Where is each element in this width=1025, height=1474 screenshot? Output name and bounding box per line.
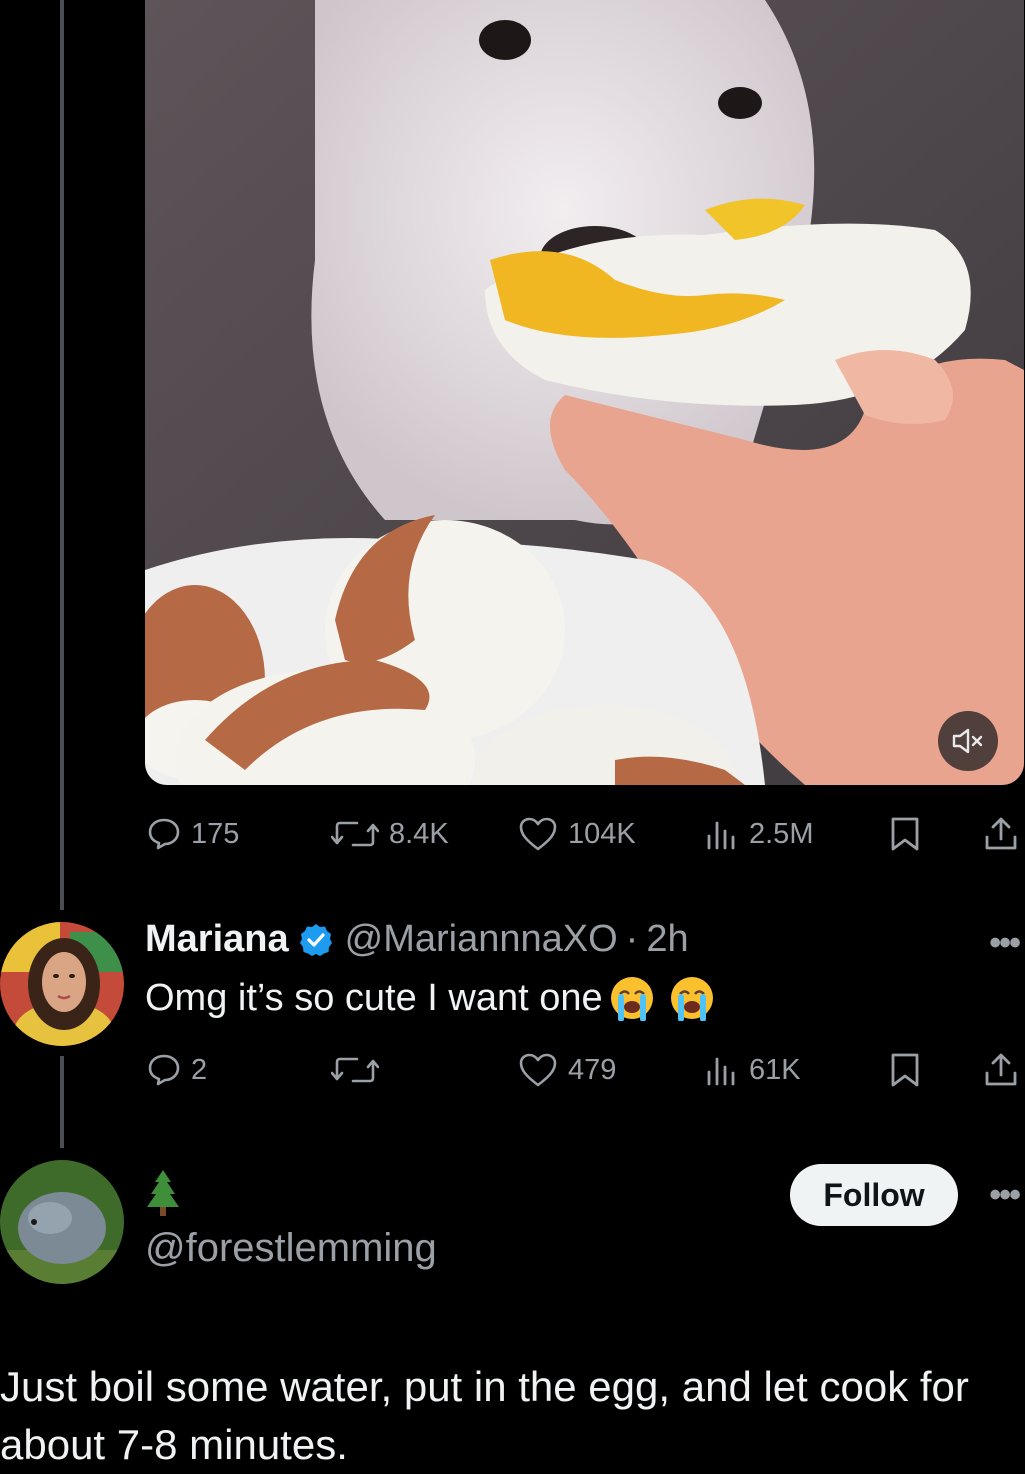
reply-text-content: Omg it’s so cute I want one [145,976,603,1019]
verified-badge-icon [299,923,332,956]
user-card-more-options-icon[interactable]: ••• [989,1176,1021,1215]
reply-icon [148,1054,180,1086]
share-icon [985,817,1017,850]
reply-count: 175 [191,817,240,850]
views-button[interactable]: 2.5M [705,817,813,851]
meta-separator: · [625,918,639,960]
reply-like-button[interactable]: 479 [518,1052,616,1088]
bookmark-icon [891,817,919,851]
reply-author-name[interactable]: Mariana [145,918,289,961]
bookmark-icon [891,1053,919,1087]
reply-button[interactable]: 175 [147,817,239,851]
reply-reply-count: 2 [191,1053,208,1086]
reply-view-count: 61K [749,1053,801,1086]
reply-text: Omg it’s so cute I want one [145,975,715,1021]
repost-count: 8.4K [389,817,449,850]
like-button[interactable]: 104K [518,816,636,852]
reply-reply-button[interactable]: 2 [147,1053,207,1087]
reply-author-handle[interactable]: @MariannnaXO [345,918,618,961]
reply-bookmark-button[interactable] [890,1052,920,1088]
view-count: 2.5M [749,817,814,850]
speaker-muted-icon [952,728,983,754]
heart-icon [519,817,557,851]
puppy-egg-image [145,0,1024,785]
repost-icon [331,821,379,847]
reply-repost-button[interactable] [331,1053,389,1087]
post-action-bar: 175 8.4K 104K 2.5M [145,814,1025,854]
thread-line-bottom [60,1056,64,1148]
share-icon [985,1053,1017,1086]
loudly-crying-face-icon [610,977,653,1021]
reply-action-bar: 2 479 61K [145,1050,1025,1090]
views-chart-icon [707,1057,735,1086]
reply-views-button[interactable]: 61K [705,1053,801,1087]
post-media-video[interactable] [145,0,1024,785]
loudly-crying-face-icon [670,977,713,1021]
like-count: 104K [568,817,636,850]
follow-button[interactable]: Follow [790,1164,958,1226]
views-chart-icon [707,821,735,850]
reply-timestamp[interactable]: 2h [646,918,688,961]
reply-header: Mariana @MariannnaXO · 2h [145,918,689,961]
reply-like-count: 479 [568,1053,617,1086]
thread-line-top [60,0,64,910]
bookmark-button[interactable] [890,816,920,852]
reply-more-options-icon[interactable]: ••• [989,924,1021,963]
share-button[interactable] [983,815,1019,853]
user-card-bio: Just boil some water, put in the egg, an… [0,1363,969,1468]
heart-icon [519,1053,557,1087]
avatar-mariana[interactable] [0,922,124,1046]
user-card-handle[interactable]: @forestlemming [145,1226,437,1271]
reply-icon [148,818,180,850]
reply-share-button[interactable] [983,1051,1019,1089]
mute-button[interactable] [938,711,998,771]
repost-icon [331,1057,379,1083]
evergreen-tree-icon [147,1170,179,1216]
repost-button[interactable]: 8.4K [331,817,449,851]
avatar-forestlemming[interactable] [0,1160,124,1284]
